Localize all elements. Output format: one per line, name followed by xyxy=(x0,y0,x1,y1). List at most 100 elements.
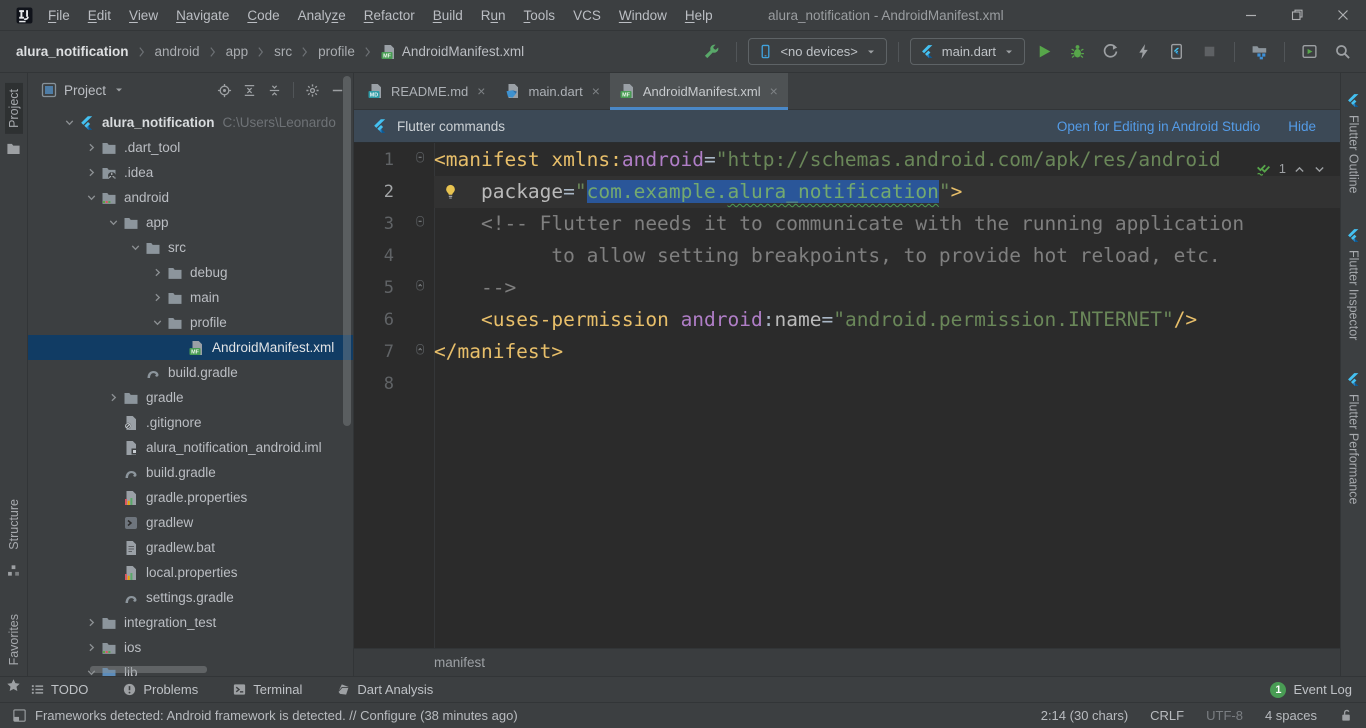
tree-right-chevron-icon[interactable] xyxy=(81,160,101,185)
tree-right-chevron-icon[interactable] xyxy=(81,135,101,160)
menu-analyze[interactable]: Analyze xyxy=(289,8,355,23)
breadcrumb-item[interactable]: android xyxy=(155,44,200,59)
tree-item[interactable]: integration_test xyxy=(28,610,353,635)
profile-button[interactable] xyxy=(1097,38,1124,65)
breadcrumb-item[interactable]: src xyxy=(274,44,292,59)
locate-file-button[interactable] xyxy=(217,83,232,98)
hide-banner-link[interactable]: Hide xyxy=(1288,119,1316,134)
toolwindow-terminal[interactable]: Terminal xyxy=(232,682,302,697)
menu-window[interactable]: Window xyxy=(610,8,676,23)
editor-tab-readme.md[interactable]: MDREADME.md× xyxy=(358,73,495,109)
attach-debugger-to-android-process-button[interactable] xyxy=(1163,38,1190,65)
toolwindow-todo[interactable]: TODO xyxy=(30,682,88,697)
tree-item[interactable]: app xyxy=(28,210,353,235)
prev-problem-icon[interactable] xyxy=(1293,163,1306,176)
search-everywhere-button[interactable] xyxy=(1329,38,1356,65)
file-encoding[interactable]: UTF-8 xyxy=(1206,708,1243,723)
code-line[interactable]: 5 --> xyxy=(354,272,1340,304)
line-separator[interactable]: CRLF xyxy=(1150,708,1184,723)
tool-stripe-project[interactable]: Project xyxy=(0,77,27,162)
close-tab-icon[interactable]: × xyxy=(477,84,485,98)
event-log-button[interactable]: 1Event Log xyxy=(1270,682,1352,698)
tree-item[interactable]: build.gradle xyxy=(28,360,353,385)
breadcrumb-item[interactable]: alura_notification xyxy=(16,44,129,59)
code-line[interactable]: 7</manifest> xyxy=(354,336,1340,368)
code-line[interactable]: 8 xyxy=(354,368,1340,400)
tree-item[interactable]: android xyxy=(28,185,353,210)
menu-file[interactable]: File xyxy=(39,8,79,23)
breadcrumb-manifest[interactable]: manifest xyxy=(434,655,485,670)
bulb-icon[interactable] xyxy=(442,183,459,200)
tree-down-chevron-icon[interactable] xyxy=(147,310,167,335)
stop-button[interactable] xyxy=(1196,38,1223,65)
code-editor[interactable]: 1<manifest xmlns:android="http://schemas… xyxy=(354,143,1340,648)
tree-item[interactable]: MFAndroidManifest.xml xyxy=(28,335,353,360)
fold-end-icon[interactable] xyxy=(416,344,428,356)
tree-right-chevron-icon[interactable] xyxy=(147,260,167,285)
tree-item[interactable]: settings.gradle xyxy=(28,585,353,610)
lock-icon[interactable] xyxy=(1339,708,1354,723)
menu-view[interactable]: View xyxy=(120,8,167,23)
tree-item[interactable]: profile xyxy=(28,310,353,335)
device-combo[interactable]: <no devices> xyxy=(748,38,886,65)
breadcrumb-file[interactable]: MFAndroidManifest.xml xyxy=(381,44,524,60)
tree-item[interactable]: alura_notificationC:\Users\Leonardo xyxy=(28,110,353,135)
fold-start-icon[interactable] xyxy=(416,152,428,164)
collapse-all-button[interactable] xyxy=(267,83,282,98)
project-view-selector[interactable]: Project xyxy=(41,82,125,98)
tree-item[interactable]: gradlew.bat xyxy=(28,535,353,560)
tree-item[interactable]: main xyxy=(28,285,353,310)
toolwindow-problems[interactable]: Problems xyxy=(122,682,198,697)
code-line[interactable]: 2 package="com.example.alura_notificatio… xyxy=(354,176,1340,208)
menu-edit[interactable]: Edit xyxy=(79,8,120,23)
tool-stripe-flutter-inspector[interactable]: Flutter Inspector xyxy=(1341,222,1366,346)
editor-tab-main.dart[interactable]: main.dart× xyxy=(495,73,609,109)
tree-item[interactable]: build.gradle xyxy=(28,460,353,485)
tree-right-chevron-icon[interactable] xyxy=(81,635,101,660)
tree-item[interactable]: local.properties xyxy=(28,560,353,585)
menu-run[interactable]: Run xyxy=(472,8,515,23)
flutter-device-tools-button[interactable] xyxy=(698,38,725,65)
close-tab-icon[interactable]: × xyxy=(592,84,600,98)
toolwindow-toggle-icon[interactable] xyxy=(12,708,27,723)
toolwindow-dart-analysis[interactable]: Dart Analysis xyxy=(336,682,433,697)
tool-stripe-structure[interactable]: Structure xyxy=(0,487,27,584)
run-config-combo[interactable]: main.dart xyxy=(910,38,1025,65)
debug-button[interactable] xyxy=(1064,38,1091,65)
tree-vertical-scrollbar[interactable] xyxy=(343,76,351,426)
tree-down-chevron-icon[interactable] xyxy=(59,110,79,135)
tree-item[interactable]: .gitignore xyxy=(28,410,353,435)
menu-refactor[interactable]: Refactor xyxy=(355,8,424,23)
tree-down-chevron-icon[interactable] xyxy=(125,235,145,260)
tree-item[interactable]: debug xyxy=(28,260,353,285)
menu-vcs[interactable]: VCS xyxy=(564,8,610,23)
tree-down-chevron-icon[interactable] xyxy=(81,185,101,210)
menu-build[interactable]: Build xyxy=(424,8,472,23)
breadcrumb-item[interactable]: profile xyxy=(318,44,355,59)
tree-item[interactable]: ios xyxy=(28,635,353,660)
settings-button[interactable] xyxy=(305,83,320,98)
status-message[interactable]: Frameworks detected: Android framework i… xyxy=(35,708,518,723)
tree-item[interactable]: gradle.properties xyxy=(28,485,353,510)
tree-right-chevron-icon[interactable] xyxy=(81,610,101,635)
tool-stripe-flutter-performance[interactable]: Flutter Performance xyxy=(1341,366,1366,510)
tree-item[interactable]: .dart_tool xyxy=(28,135,353,160)
fold-end-icon[interactable] xyxy=(416,280,428,292)
caret-position[interactable]: 2:14 (30 chars) xyxy=(1041,708,1128,723)
open-in-android-studio-link[interactable]: Open for Editing in Android Studio xyxy=(1057,119,1260,134)
restore-button[interactable] xyxy=(1274,0,1320,30)
code-line[interactable]: 3 <!-- Flutter needs it to communicate w… xyxy=(354,208,1340,240)
tree-item[interactable]: src xyxy=(28,235,353,260)
breadcrumb-item[interactable]: app xyxy=(226,44,249,59)
menu-tools[interactable]: Tools xyxy=(515,8,565,23)
tree-horizontal-scrollbar[interactable] xyxy=(90,666,207,673)
tree-item[interactable]: gradlew xyxy=(28,510,353,535)
menu-code[interactable]: Code xyxy=(238,8,288,23)
tree-right-chevron-icon[interactable] xyxy=(103,385,123,410)
minimize-button[interactable] xyxy=(1228,0,1274,30)
code-line[interactable]: 6 <uses-permission android:name="android… xyxy=(354,304,1340,336)
run-button[interactable] xyxy=(1031,38,1058,65)
flutter-attach-button[interactable] xyxy=(1130,38,1157,65)
tree-item[interactable]: .idea xyxy=(28,160,353,185)
code-line[interactable]: 4 to allow setting breakpoints, to provi… xyxy=(354,240,1340,272)
